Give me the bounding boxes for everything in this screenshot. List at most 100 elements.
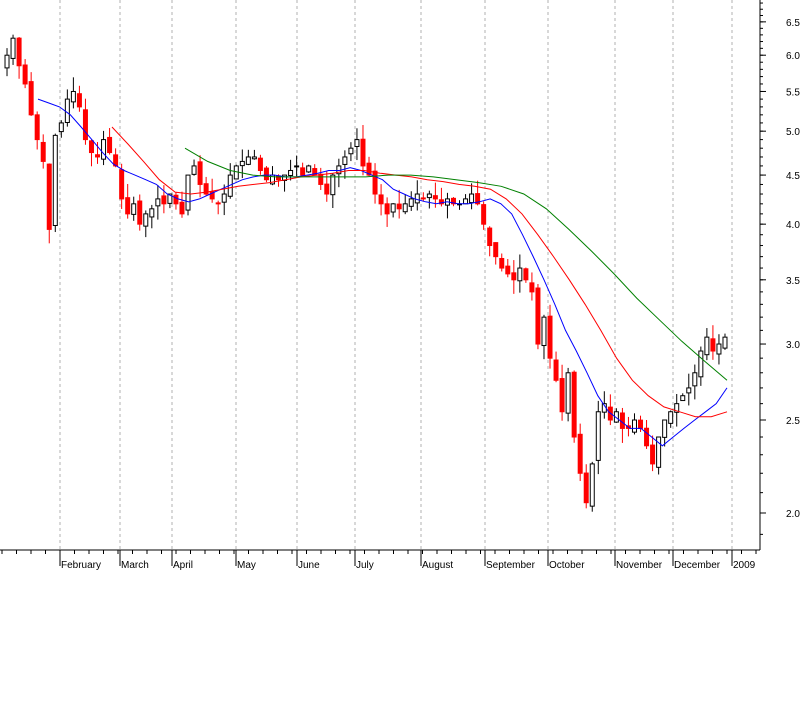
candle-body [125,197,131,215]
candle-body [101,139,107,160]
candlestick [438,187,444,207]
candlestick [348,142,354,162]
candle-body [481,204,487,225]
candlestick [517,254,523,293]
candlestick [469,183,475,210]
candlestick [28,72,34,116]
candle-body [161,195,167,205]
candle-body [64,98,70,124]
candlestick [125,183,131,219]
candlestick [70,77,76,109]
candlestick [553,351,559,383]
candlestick [487,226,493,257]
candle-body [517,267,523,282]
candlestick [263,166,269,183]
candle-body [46,163,52,230]
candle-body [107,136,113,154]
candlestick [173,192,179,210]
x-tick-label: April [173,560,193,571]
moving-average-mid-line [111,126,728,418]
candle-body [631,419,637,433]
candlestick [52,133,58,233]
candlestick [686,373,692,406]
candlestick [704,328,710,361]
candlestick [64,89,70,127]
candle-body [414,193,420,204]
x-tick-label: May [237,560,256,571]
candlestick [426,190,432,209]
candlestick [698,346,704,386]
candle-body [318,173,324,185]
candle-body [76,93,82,108]
candle-body [149,208,155,218]
candlestick [179,191,185,218]
candlestick [680,393,686,402]
candle-body [595,411,601,461]
candle-body [155,198,161,207]
candle-body [215,202,221,205]
y-tick-label: 2.0 [786,509,800,520]
candle-body [263,167,269,181]
candlestick [245,149,251,166]
candlestick [408,191,414,211]
candle-body [680,395,686,402]
x-tick-label: November [616,560,663,571]
y-tick-label: 6.5 [786,18,800,29]
candle-body [143,213,149,227]
candlestick [668,410,674,428]
grid-layer [59,0,733,550]
candlestick [493,242,499,265]
candle-body [16,37,22,67]
candlestick [583,464,589,509]
candlestick [46,163,52,244]
candlestick [34,111,40,150]
candlestick [107,128,113,155]
candle-body [179,201,185,215]
candle-body [288,169,294,176]
candle-body [294,165,300,168]
candlestick [559,364,565,421]
y-tick-label: 3.5 [786,276,800,287]
candle-body [221,193,227,203]
candle-body [692,372,698,387]
moving-average-layer [37,98,728,447]
moving-average-short-line [37,98,728,447]
candle-body [469,193,475,204]
candlestick [185,174,191,216]
candlestick [481,201,487,230]
candle-body [716,343,722,355]
candlestick [457,200,463,210]
candlestick [402,194,408,215]
candlestick [58,120,64,138]
candlestick [444,192,450,219]
candlestick [342,150,348,179]
x-tick-label: August [422,560,453,571]
candle-body [119,169,125,200]
candlestick [137,194,143,231]
candle-body [662,419,668,438]
candle-body [300,167,306,176]
candlestick [318,167,324,190]
candle-body [402,203,408,213]
candle-body [408,198,414,207]
candlestick [619,407,625,443]
candlestick [227,163,233,199]
candlestick [4,48,10,77]
candlestick [631,413,637,435]
candle-body [34,114,40,141]
candle-body [499,257,505,269]
candle-body [559,378,565,413]
candle-body [565,372,571,414]
candle-body [390,203,396,213]
x-tick-label: February [61,560,101,571]
candlestick [499,253,505,272]
candle-body [432,195,438,200]
candle-body [722,336,728,349]
candlestick [360,125,366,176]
y-tick-label: 4.0 [786,220,800,231]
candlestick [354,128,360,161]
x-tick-label: December [674,560,721,571]
candlestick [571,370,577,443]
candlestick [420,192,426,202]
candle-body [577,433,583,474]
